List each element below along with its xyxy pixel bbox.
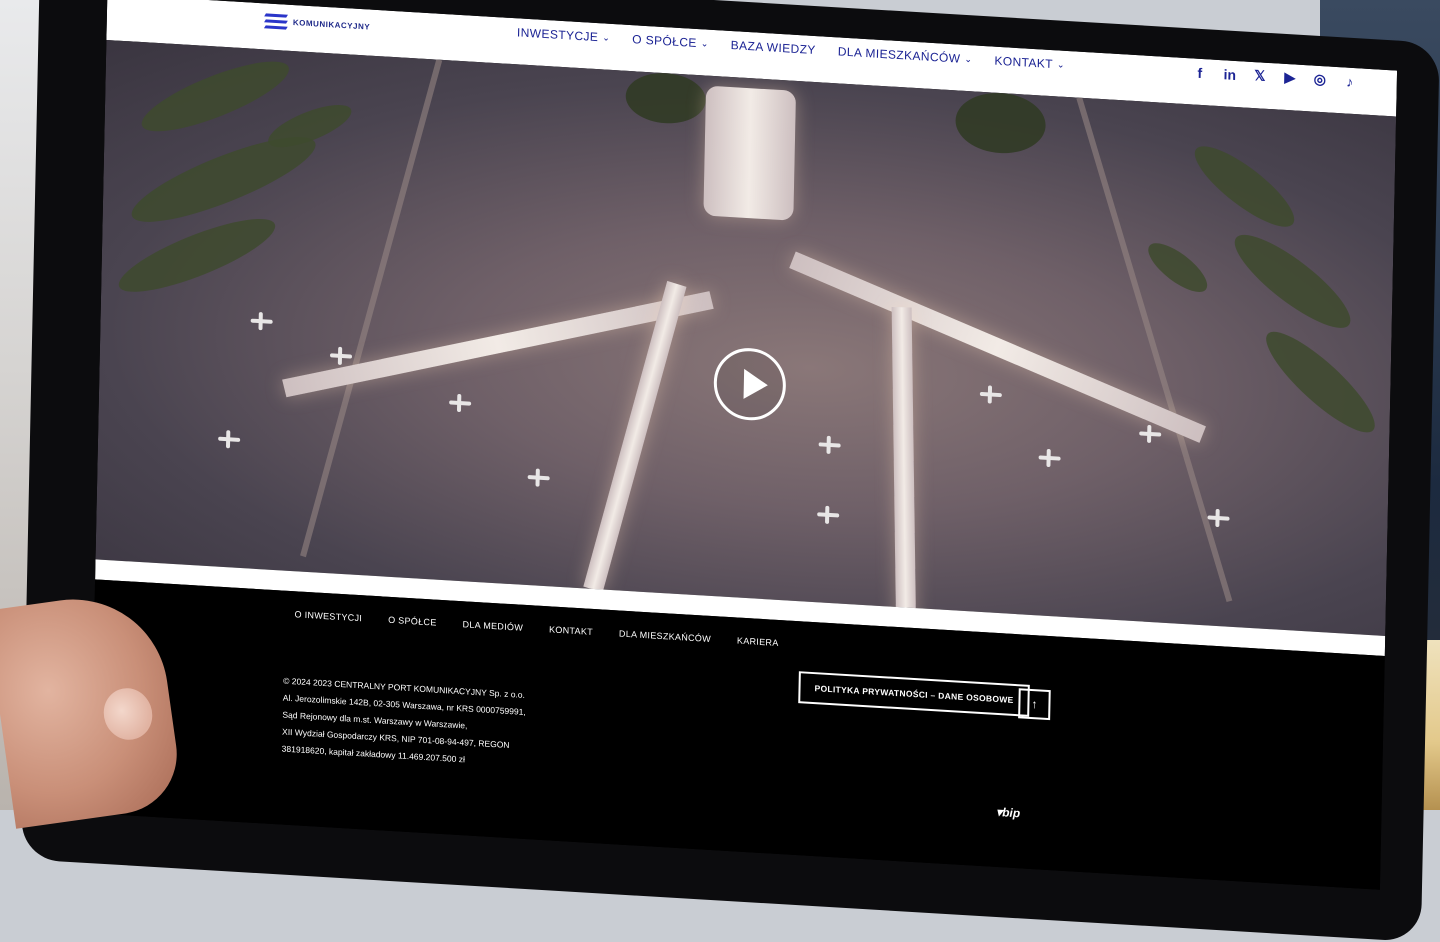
tablet-screen: KOMUNIKACYJNY INWESTYCJE ⌄ O SPÓŁCE ⌄ BAZA… xyxy=(90,0,1398,890)
privacy-policy-button[interactable]: POLITYKA PRYWATNOŚCI – DANE OSOBOWE xyxy=(798,671,1030,717)
grass-field xyxy=(1184,134,1305,239)
bip-logo[interactable]: ▾bip xyxy=(996,805,1020,820)
play-button[interactable] xyxy=(713,346,787,423)
facebook-icon[interactable]: f xyxy=(1192,64,1208,81)
social-links: f in 𝕏 ▶ ◎ ♪ xyxy=(1192,63,1358,90)
chevron-down-icon: ⌄ xyxy=(1056,58,1066,70)
nav-item-kontakt[interactable]: KONTAKT ⌄ xyxy=(994,54,1065,72)
instagram-icon[interactable]: ◎ xyxy=(1312,71,1328,89)
airplane xyxy=(250,318,273,324)
footer-link-o-inwestycji[interactable]: O INWESTYCJI xyxy=(294,609,362,623)
airplane xyxy=(818,442,841,448)
tree-cluster xyxy=(625,70,707,126)
grass-field xyxy=(134,48,297,145)
grass-field xyxy=(1141,234,1215,301)
tablet-frame: KOMUNIKACYJNY INWESTYCJE ⌄ O SPÓŁCE ⌄ BAZA… xyxy=(21,0,1440,942)
chevron-down-icon: ⌄ xyxy=(602,31,611,43)
airplane xyxy=(527,475,550,481)
airplane xyxy=(979,391,1002,398)
footer-link-o-spolce[interactable]: O SPÓŁCE xyxy=(388,615,437,628)
grass-field xyxy=(1254,319,1387,445)
airplane xyxy=(1139,431,1162,437)
terminal-main xyxy=(703,85,797,221)
airplane xyxy=(218,436,241,442)
nav-item-o-spolce[interactable]: O SPÓŁCE ⌄ xyxy=(632,32,709,51)
logo-text: KOMUNIKACYJNY xyxy=(292,17,371,32)
airplane xyxy=(1207,515,1230,521)
chevron-down-icon: ⌄ xyxy=(700,37,709,49)
play-icon xyxy=(743,368,769,401)
footer-link-dla-mediow[interactable]: DLA MEDIÓW xyxy=(462,619,523,633)
footer-legal: © 2024 2023 CENTRALNY PORT KOMUNIKACYJNY… xyxy=(282,673,544,773)
arrow-up-icon: ↑ xyxy=(1031,697,1038,712)
footer-link-kontakt[interactable]: KONTAKT xyxy=(549,624,593,637)
airplane xyxy=(329,353,353,359)
logo-icon xyxy=(263,11,288,30)
scroll-to-top-button[interactable]: ↑ xyxy=(1018,688,1051,721)
footer-nav: O INWESTYCJI O SPÓŁCE DLA MEDIÓW KONTAKT… xyxy=(294,609,778,648)
airplane xyxy=(1038,455,1061,461)
tiktok-icon[interactable]: ♪ xyxy=(1342,73,1358,90)
nav-item-inwestycje[interactable]: INWESTYCJE ⌄ xyxy=(517,25,611,45)
linkedin-icon[interactable]: in xyxy=(1222,66,1238,83)
tree-cluster xyxy=(954,90,1047,156)
main-nav: INWESTYCJE ⌄ O SPÓŁCE ⌄ BAZA WIEDZY DLA MI… xyxy=(517,25,1065,72)
chevron-down-icon: ⌄ xyxy=(964,53,973,64)
site-logo[interactable]: KOMUNIKACYJNY xyxy=(263,11,371,35)
x-icon[interactable]: 𝕏 xyxy=(1252,67,1268,85)
airplane xyxy=(817,512,840,518)
footer-link-kariera[interactable]: KARIERA xyxy=(737,636,779,648)
nav-item-dla-mieszkancow[interactable]: DLA MIESZKAŃCÓW ⌄ xyxy=(838,44,973,66)
airplane xyxy=(449,400,472,406)
footer-link-dla-mieszkancow[interactable]: DLA MIESZKAŃCÓW xyxy=(619,629,711,644)
grass-field xyxy=(1223,221,1362,342)
nav-item-baza-wiedzy[interactable]: BAZA WIEDZY xyxy=(731,38,816,57)
hero-video xyxy=(95,39,1397,636)
terminal-pier-right xyxy=(789,251,1206,443)
terminal-pier-south-right xyxy=(891,306,917,628)
youtube-icon[interactable]: ▶ xyxy=(1282,69,1298,87)
